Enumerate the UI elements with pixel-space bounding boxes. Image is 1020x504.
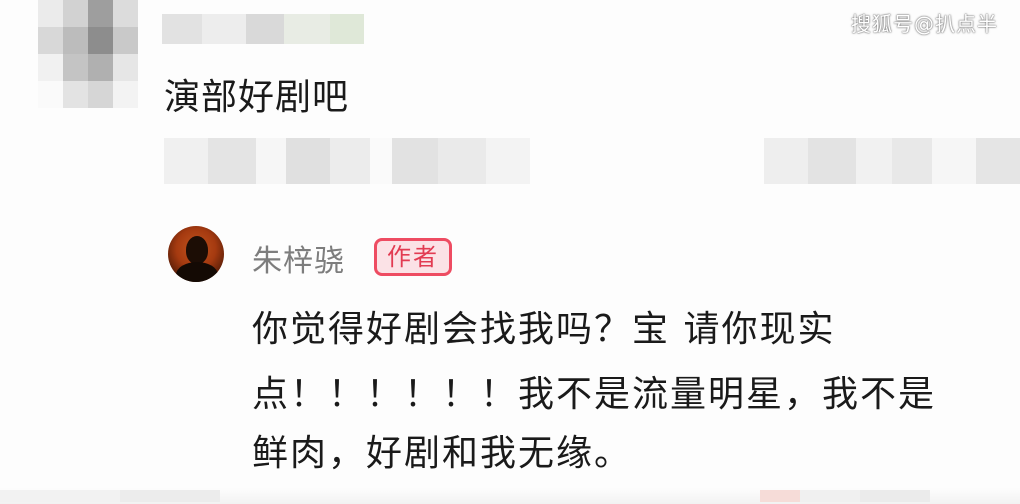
reply-text-line-3: 鲜肉，好剧和我无缘。 bbox=[252, 433, 633, 474]
reply-text-line-2: 点！！！！！！我不是流量明星，我不是 bbox=[252, 374, 937, 415]
blurred-meta-left bbox=[164, 138, 530, 184]
avatar-shoulders-shape bbox=[176, 262, 218, 282]
blurred-bottom-left bbox=[0, 490, 220, 502]
blurred-avatar bbox=[38, 0, 138, 108]
reply-text-line-1: 你觉得好剧会找我吗？宝 请你现实 bbox=[252, 309, 836, 350]
blurred-bottom-right bbox=[760, 490, 930, 502]
watermark: 搜狐号@扒点半 bbox=[851, 12, 998, 36]
blurred-username bbox=[162, 14, 364, 44]
comment-text: 演部好剧吧 bbox=[164, 77, 350, 118]
author-avatar[interactable] bbox=[168, 226, 224, 282]
comment-thread-screenshot: 搜狐号@扒点半 演部好剧吧 朱梓骁 作者 你觉得好剧会找我吗？宝 请你现实 点！… bbox=[0, 0, 1020, 504]
author-badge: 作者 bbox=[374, 238, 452, 276]
reply-author-name[interactable]: 朱梓骁 bbox=[252, 236, 345, 280]
blurred-meta-right bbox=[764, 138, 1020, 184]
avatar-face-shape bbox=[186, 236, 208, 264]
